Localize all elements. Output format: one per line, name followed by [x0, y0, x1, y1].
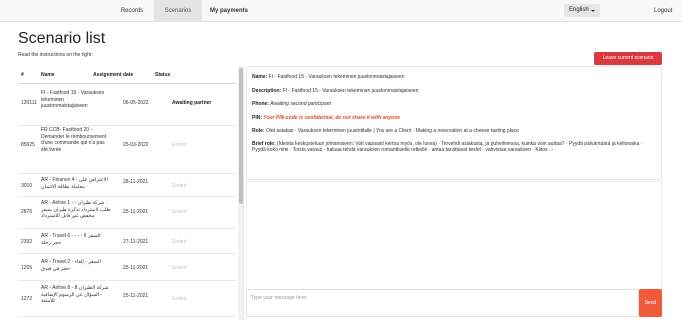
column-header-status: Status — [155, 72, 171, 78]
column-header-name: Name — [41, 72, 55, 78]
row-number: 1205 — [21, 265, 33, 271]
info-role-row: Role: Olet asiakas · Varauksen tekeminen… — [252, 128, 656, 134]
phone-label: Phone: — [252, 101, 269, 107]
language-label: English — [569, 7, 589, 13]
name-label: Name: — [252, 74, 268, 80]
row-date: 27-11-2021 — [123, 239, 149, 245]
info-pin-row: PIN: Your PIN-code is confidential, do n… — [252, 115, 656, 121]
logout-link[interactable]: Logout — [654, 0, 672, 22]
pin-label: PIN: — [252, 115, 262, 121]
row-name: AR - Finance 4 - الاعتراض على معاملة بطا… — [41, 177, 108, 190]
instructions-text: Read the instructions on the right: — [18, 52, 93, 58]
table-row[interactable]: 2392 AR - Travel 6 - - - السفر 6 - حجز ر… — [18, 229, 236, 254]
row-status: Awaiting partner — [172, 100, 212, 106]
row-status: Ended — [172, 265, 187, 271]
row-name: AR - Travel 2 - السفر - إلغاء حجز في فند… — [41, 259, 101, 272]
table-row[interactable]: 1205 AR - Travel 2 - السفر - إلغاء حجز ف… — [18, 254, 236, 281]
nav-tab-records[interactable]: Records — [110, 0, 154, 22]
nav-tab-scenarios[interactable]: Scenarios — [154, 0, 202, 22]
name-value: FI - Fastfood 15 - Varauksen tekeminen j… — [267, 74, 405, 80]
list-scrollbar-thumb[interactable] — [239, 68, 243, 204]
row-number: 85625 — [21, 142, 35, 148]
row-date: 28-11-2021 — [123, 179, 149, 185]
row-date: 25-11-2021 — [123, 265, 149, 271]
row-number: 120111 — [21, 100, 37, 106]
description-value: FI - Fastfood 15 - Varauksen tekeminen j… — [281, 88, 419, 94]
info-phone-row: Phone: Awaiting second participant — [252, 101, 656, 107]
info-name-row: Name: FI - Fastfood 15 - Varauksen tekem… — [252, 74, 656, 80]
row-status: Ended — [172, 209, 187, 215]
table-row[interactable]: 120111 FI - Fastfood 15 - Varauksen teke… — [18, 84, 236, 126]
info-description-row: Description: FI - Fastfood 15 - Varaukse… — [252, 88, 656, 94]
pin-value: Your PIN-code is confidential, do not sh… — [262, 115, 401, 121]
row-name: FI - Fastfood 15 - Varauksen tekeminen j… — [41, 90, 105, 109]
top-navbar: Records Scenarios My payments English Lo… — [0, 0, 682, 22]
scenario-list-panel: # Name Assignment date Status 120111 FI … — [18, 66, 244, 320]
role-value: Olet asiakas · Varauksen tekeminen juust… — [264, 128, 519, 134]
row-name: FR CCB- Fastfood 20 - Demander le rembou… — [41, 127, 107, 153]
row-status: Ended — [172, 239, 187, 245]
row-number: 2392 — [21, 239, 33, 245]
column-header-number: # — [21, 72, 24, 78]
send-button[interactable]: Send — [639, 289, 662, 317]
row-status: Ended — [172, 142, 187, 148]
row-date: 25-03-2022 — [123, 142, 149, 148]
row-date: 25-11-2021 — [123, 293, 149, 299]
row-name: AR - Airline 1 - شركة طيران - طلب لاسترد… — [41, 200, 111, 219]
table-row[interactable]: 3010 AR - Finance 4 - الاعتراض على معامل… — [18, 174, 236, 197]
row-name: AR - Airline 8 - شركة الطيران 8 - السؤال… — [41, 285, 109, 304]
table-row[interactable]: 2876 AR - Airline 1 - شركة طيران - طلب ل… — [18, 197, 236, 229]
row-name: AR - Travel 6 - - - السفر 6 - حجز رحلة — [41, 233, 101, 246]
row-date: 06-05-2022 — [123, 100, 149, 106]
caret-down-icon — [591, 10, 595, 12]
nav-tab-my-payments[interactable]: My payments — [202, 0, 256, 22]
table-row[interactable]: 1272 AR - Airline 8 - شركة الطيران 8 - ا… — [18, 281, 236, 317]
row-status: Ended — [172, 296, 187, 302]
chat-messages-area — [246, 181, 662, 289]
table-row[interactable]: 85625 FR CCB- Fastfood 20 - Demander le … — [18, 126, 236, 174]
scenario-info-panel: Name: FI - Fastfood 15 - Varauksen tekem… — [246, 66, 662, 180]
info-brief-role-row: Brief role: (Ideoita keskusteluun johtam… — [252, 141, 656, 154]
language-dropdown[interactable]: English — [564, 4, 600, 17]
description-label: Description: — [252, 88, 282, 94]
row-number: 2876 — [21, 209, 33, 215]
role-label: Role: — [252, 128, 265, 134]
row-number: 1272 — [21, 296, 33, 302]
message-input[interactable]: Type your message here.. — [246, 289, 639, 317]
phone-value: Awaiting second participant — [268, 101, 331, 107]
brief-role-label: Brief role: — [252, 141, 276, 147]
page-title: Scenario list — [18, 30, 106, 47]
row-number: 3010 — [21, 183, 33, 189]
leave-scenario-button[interactable]: Leave current scenario — [594, 52, 662, 65]
row-status: Ended — [172, 183, 187, 189]
row-date: 25-11-2021 — [123, 209, 149, 215]
brief-role-value: (Ideoita keskusteluun johtamiseen: Voit … — [252, 141, 643, 154]
column-header-assignment-date: Assignment date — [93, 72, 134, 78]
